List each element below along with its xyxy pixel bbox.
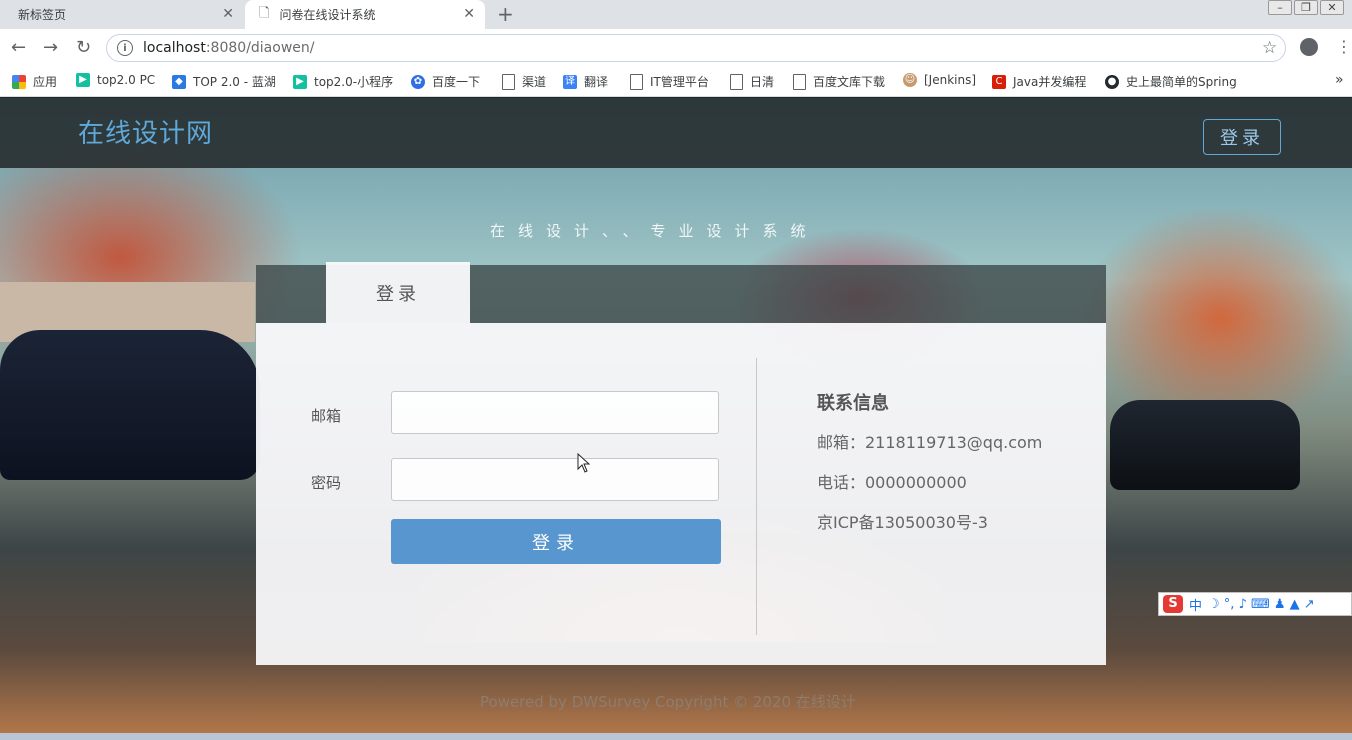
password-input[interactable]: [391, 458, 719, 501]
bookmarks-overflow-icon[interactable]: »: [1335, 72, 1344, 88]
close-icon[interactable]: ✕: [463, 6, 475, 22]
bookmark-it-platform[interactable]: IT管理平台: [630, 73, 709, 90]
ime-toolbar[interactable]: S 中 ☽ °, ♪ ⌨ ♟ ▲ ↗: [1158, 592, 1352, 616]
page-icon: [502, 73, 515, 90]
tab-survey-system[interactable]: 🗋 问卷在线设计系统 ✕: [245, 0, 485, 29]
bookmark-baidu[interactable]: ✿ 百度一下: [411, 73, 480, 90]
contact-email: 邮箱：2118119713@qq.com: [817, 433, 1043, 452]
bookmark-spring[interactable]: ● 史上最简单的Spring: [1105, 73, 1237, 90]
header-login-button[interactable]: 登录: [1203, 119, 1281, 155]
bookmark-star-icon[interactable]: ☆: [1262, 38, 1277, 58]
forward-arrow-icon[interactable]: →: [43, 37, 58, 58]
bookmark-jenkins[interactable]: ☺ [Jenkins]: [903, 73, 976, 87]
green-play-icon: ▶: [76, 73, 90, 87]
bookmark-lanhu[interactable]: ◆ TOP 2.0 - 蓝湖: [172, 73, 276, 90]
bookmark-channel[interactable]: 渠道: [502, 73, 546, 90]
jenkins-icon: ☺: [903, 73, 917, 87]
bookmark-java-concurrency[interactable]: C Java并发编程: [992, 73, 1086, 90]
background-car-right: [1110, 400, 1300, 490]
window-close-icon[interactable]: ✕: [1320, 0, 1344, 15]
restore-icon[interactable]: ❐: [1294, 0, 1318, 15]
page-icon: [630, 73, 643, 90]
baidu-paw-icon: ✿: [411, 74, 425, 89]
url-host: localhost: [143, 40, 206, 56]
new-tab-button[interactable]: +: [497, 2, 514, 26]
back-arrow-icon[interactable]: ←: [11, 37, 26, 58]
url-path: :8080/diaowen/: [205, 40, 315, 56]
translate-icon: 译: [563, 74, 577, 89]
background-car-left: [0, 330, 260, 480]
address-bar[interactable]: i localhost:8080/diaowen/: [106, 34, 1286, 62]
ime-mode[interactable]: 中: [1189, 595, 1202, 614]
minimize-icon[interactable]: –: [1268, 0, 1292, 15]
site-footer: Powered by DWSurvey Copyright © 2020 在线设…: [480, 693, 856, 711]
page-icon: 🗋: [259, 5, 270, 21]
window-controls: – ❐ ✕: [1266, 0, 1344, 15]
tab-title: 问卷在线设计系统: [279, 8, 376, 22]
panel-divider: [756, 358, 757, 635]
lanhu-icon: ◆: [172, 74, 186, 89]
contact-title: 联系信息: [817, 393, 889, 414]
apps-grid-icon: [12, 74, 26, 89]
tab-title: 新标签页: [18, 8, 67, 22]
bookmark-wenku[interactable]: 百度文库下载: [793, 73, 885, 90]
site-slogan: 在线设计、、专业设计系统: [490, 222, 819, 240]
login-submit-button[interactable]: 登录: [391, 519, 721, 564]
mouse-cursor-icon: [577, 453, 591, 473]
bookmark-translate[interactable]: 译翻译: [563, 73, 608, 90]
bookmark-apps[interactable]: 应用: [12, 73, 57, 90]
ime-tools-icons[interactable]: ☽ °, ♪ ⌨ ♟ ▲ ↗: [1208, 597, 1315, 612]
csdn-icon: C: [992, 74, 1006, 89]
bookmark-miniprogram[interactable]: ▶ top2.0-小程序: [293, 73, 393, 90]
email-label: 邮箱: [311, 407, 342, 425]
contact-phone: 电话：0000000000: [817, 473, 967, 492]
info-icon[interactable]: i: [117, 40, 133, 56]
site-logo[interactable]: 在线设计网: [78, 113, 213, 150]
sogou-logo-icon: S: [1163, 595, 1183, 613]
contact-icp[interactable]: 京ICP备13050030号-3: [817, 509, 988, 533]
email-input[interactable]: [391, 391, 719, 434]
os-taskbar: [0, 733, 1352, 740]
bookmark-top2-pc[interactable]: ▶ top2.0 PC: [76, 73, 155, 87]
more-vert-icon[interactable]: ⋮: [1336, 37, 1352, 56]
tab-new-tab[interactable]: 新标签页 ✕: [0, 0, 244, 29]
profile-avatar-icon[interactable]: [1300, 38, 1318, 56]
github-icon: ●: [1105, 74, 1119, 89]
bookmark-daily[interactable]: 日清: [730, 73, 774, 90]
password-label: 密码: [311, 474, 342, 492]
page-icon: [793, 73, 806, 90]
close-icon[interactable]: ✕: [222, 6, 234, 22]
green-play-icon: ▶: [293, 74, 307, 89]
page-icon: [730, 73, 743, 90]
reload-icon[interactable]: ↻: [76, 37, 91, 58]
tab-login[interactable]: 登录: [326, 262, 470, 323]
